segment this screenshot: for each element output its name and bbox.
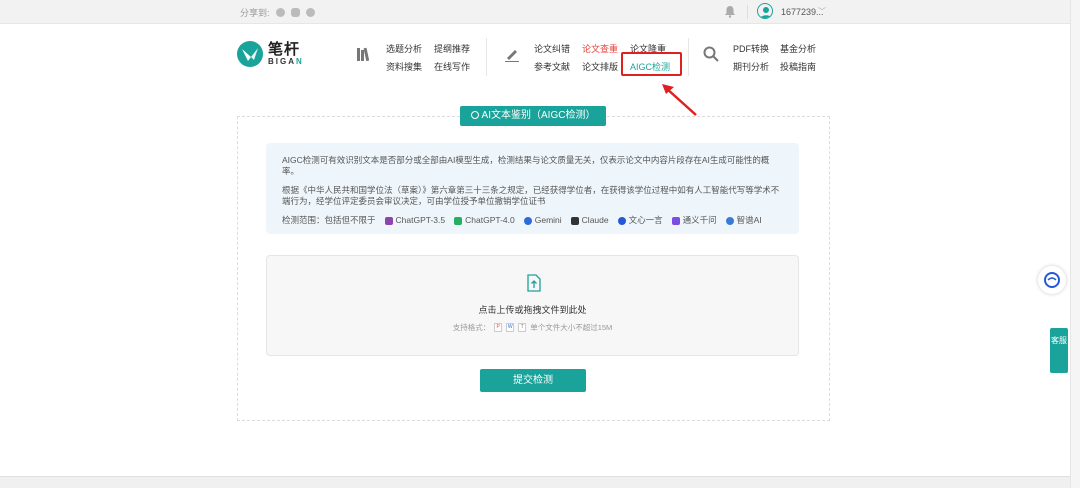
ai-icon [470, 111, 479, 119]
model-item: ChatGPT-3.5 [384, 215, 445, 226]
detection-scope: 检测范围：包括但不限于 ChatGPT-3.5 ChatGPT-4.0 Gemi… [282, 215, 783, 226]
upload-title: 点击上传或拖拽文件到此处 [478, 305, 587, 315]
assistant-icon [1044, 272, 1060, 288]
nav-pdf-convert[interactable]: PDF转换 [733, 40, 769, 58]
user-icon [760, 7, 772, 18]
zhipu-icon [725, 216, 734, 225]
topbar-divider [747, 5, 748, 19]
top-bar: 分享到: 1677239... ﹀ [0, 0, 1080, 24]
books-icon [357, 47, 370, 62]
nav-submission-guide[interactable]: 投稿指南 [780, 58, 816, 76]
share-area: 分享到: [240, 6, 315, 19]
bell-icon[interactable] [724, 5, 736, 18]
upload-formats: 支持格式： P W T 单个文件大小不超过15M [452, 323, 613, 332]
avatar[interactable] [757, 3, 773, 19]
model-item: ChatGPT-4.0 [454, 215, 515, 226]
model-item: 通义千问 [671, 215, 717, 226]
tongyi-icon [671, 216, 680, 225]
upload-file-icon [527, 274, 541, 292]
nav-divider [688, 38, 689, 76]
section-badge: AI文本鉴别（AIGC检测） [460, 106, 606, 126]
model-item: 智谱AI [725, 215, 762, 226]
pen-icon [505, 50, 519, 62]
nav-divider [486, 38, 487, 76]
nav-online-writing[interactable]: 在线写作 [434, 58, 470, 76]
gemini-icon [523, 216, 532, 225]
model-item: 文心一言 [617, 215, 663, 226]
brand-name-cn: 笔杆 [268, 40, 301, 58]
annotation-arrow-icon [662, 84, 697, 116]
search-icon [703, 46, 719, 62]
submit-button[interactable]: 提交检测 [480, 369, 586, 392]
customer-service-button[interactable]: 客服 [1050, 328, 1068, 373]
upload-dropzone[interactable]: 点击上传或拖拽文件到此处 支持格式： P W T 单个文件大小不超过15M [266, 255, 799, 356]
model-item: Claude [570, 215, 609, 226]
wechat-icon[interactable] [290, 8, 300, 17]
brand-name-en: BIGAN [268, 56, 304, 66]
nav-references[interactable]: 参考文献 [534, 58, 570, 76]
logo-icon [237, 41, 263, 67]
nav-plagiarism-check[interactable]: 论文查重 [582, 40, 618, 58]
nav-journal-analysis[interactable]: 期刊分析 [733, 58, 769, 76]
info-legal-notice: 根据《中华人民共和国学位法（草案）》第六章第三十三条之规定，已经获得学位者，在获… [282, 185, 780, 206]
wenxin-icon [617, 216, 626, 225]
nav-outline-recommend[interactable]: 提纲推荐 [434, 40, 470, 58]
weibo-icon[interactable] [275, 8, 285, 17]
info-box: AIGC检测可有效识别文本是否部分或全部由AI模型生成，检测结果与论文质量无关，… [266, 143, 799, 234]
model-item: Gemini [523, 215, 562, 226]
pdf-icon: P [494, 323, 503, 332]
nav-paper-correction[interactable]: 论文纠错 [534, 40, 570, 58]
scrollbar[interactable] [1070, 0, 1080, 488]
scope-label: 检测范围：包括但不限于 [282, 215, 376, 225]
chevron-down-icon[interactable]: ﹀ [818, 6, 826, 17]
nav-fund-analysis[interactable]: 基金分析 [780, 40, 816, 58]
nav-material-search[interactable]: 资料搜集 [386, 58, 422, 76]
txt-icon: T [518, 323, 527, 332]
nav-paper-format[interactable]: 论文排版 [582, 58, 618, 76]
info-description: AIGC检测可有效识别文本是否部分或全部由AI模型生成，检测结果与论文质量无关，… [282, 155, 770, 176]
share-label: 分享到: [240, 8, 270, 18]
nav-topic-analysis[interactable]: 选题分析 [386, 40, 422, 58]
bottom-bar [0, 476, 1070, 488]
chatgpt4-icon [454, 216, 463, 225]
word-icon: W [506, 323, 515, 332]
brand-logo[interactable]: 笔杆 BIGAN [236, 40, 304, 68]
qq-icon[interactable] [305, 8, 315, 17]
floating-assistant-button[interactable] [1038, 266, 1066, 294]
annotation-highlight-box [621, 52, 682, 76]
claude-icon [570, 216, 579, 225]
chatgpt35-icon [384, 216, 393, 225]
